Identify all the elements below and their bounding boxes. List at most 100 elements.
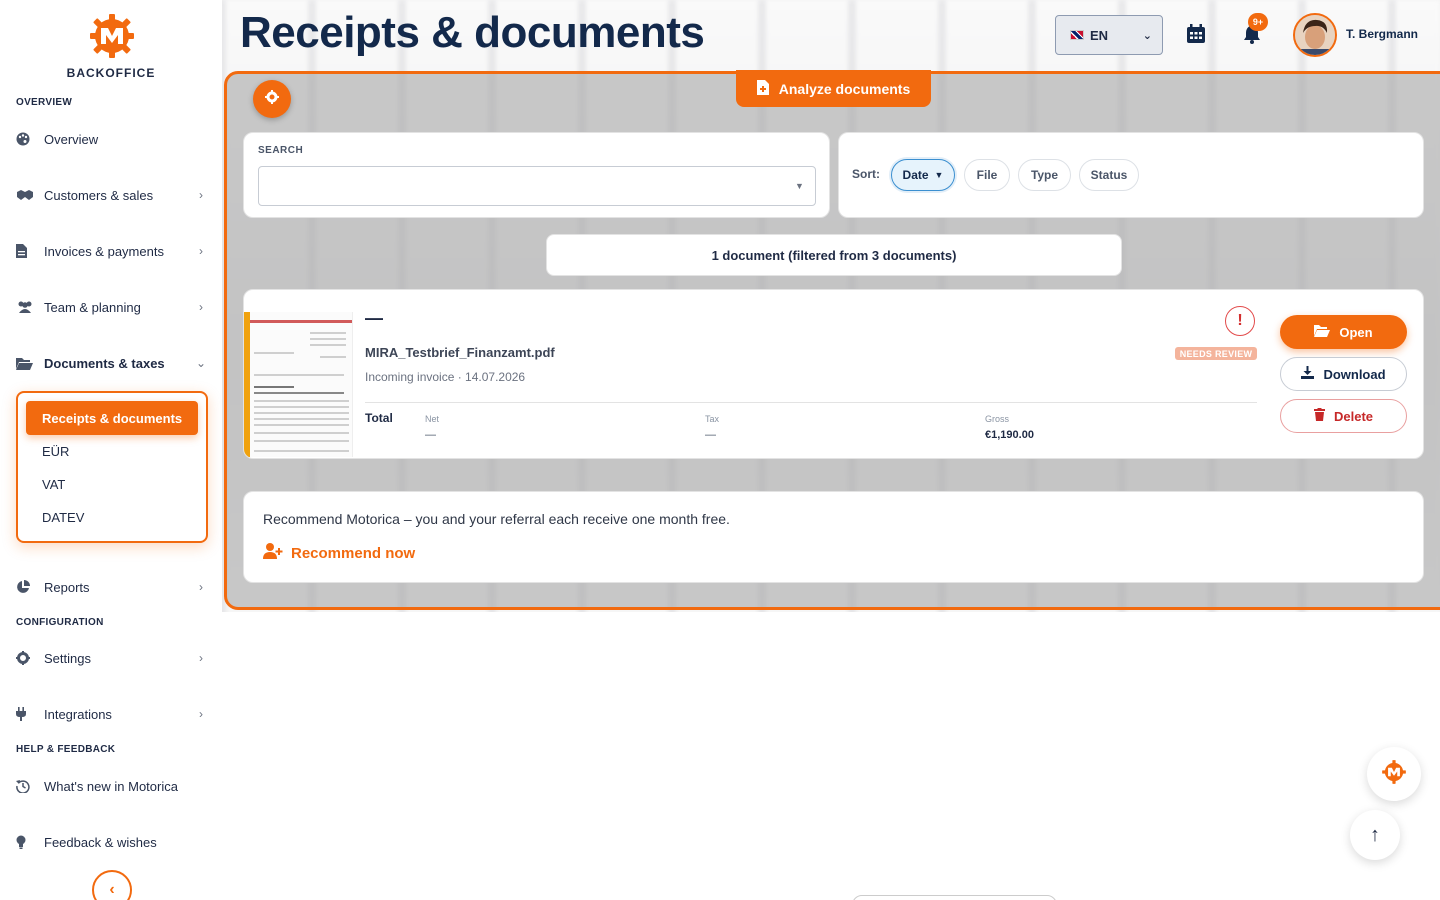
lightbulb-icon xyxy=(16,835,38,849)
sort-chip-label: Date xyxy=(902,168,929,182)
sidebar: BACKOFFICE OVERVIEW Overview Customers &… xyxy=(0,0,222,900)
language-value: EN xyxy=(1090,27,1109,43)
sidebar-item-feedback-wishes[interactable]: Feedback & wishes xyxy=(16,826,208,858)
warning-icon: ! xyxy=(1225,306,1255,336)
file-plus-icon xyxy=(756,79,769,98)
open-button[interactable]: Open xyxy=(1280,315,1407,349)
recommend-text: Recommend Motorica – you and your referr… xyxy=(263,511,730,527)
submenu-item-eur[interactable]: EÜR xyxy=(42,444,69,459)
delete-label: Delete xyxy=(1333,408,1374,424)
recommend-now-link[interactable]: Recommend now xyxy=(263,543,415,563)
palette-icon xyxy=(16,132,38,146)
sidebar-item-documents-taxes[interactable]: Documents & taxes ⌄ xyxy=(16,347,208,379)
sidebar-item-label: Feedback & wishes xyxy=(44,834,157,850)
brand-name: BACKOFFICE xyxy=(66,66,156,80)
sort-chip-type[interactable]: Type xyxy=(1018,159,1071,191)
sidebar-item-reports[interactable]: Reports › xyxy=(16,571,208,603)
document-meta: Incoming invoice · 14.07.2026 xyxy=(365,370,526,384)
submenu-item-vat[interactable]: VAT xyxy=(42,477,65,492)
assistant-button[interactable] xyxy=(1367,747,1421,801)
document-card[interactable]: — MIRA_Testbrief_Finanzamt.pdf Incoming … xyxy=(243,289,1424,459)
open-label: Open xyxy=(1339,324,1373,340)
chevron-right-icon: › xyxy=(199,707,203,721)
sidebar-item-customers-sales[interactable]: Customers & sales › xyxy=(16,179,208,211)
section-overview-label: OVERVIEW xyxy=(16,97,73,108)
sidebar-item-label: Team & planning xyxy=(44,299,141,315)
chevron-right-icon: › xyxy=(199,188,203,202)
gear-icon xyxy=(16,651,38,665)
gross-value: €1,190.00 xyxy=(985,429,1034,441)
sort-direction-icon: ▼ xyxy=(934,170,944,180)
document-thumbnail[interactable] xyxy=(250,312,353,457)
sidebar-item-label: Settings xyxy=(44,650,91,666)
scroll-to-top-button[interactable]: ↑ xyxy=(1350,810,1400,860)
divider xyxy=(365,402,1257,403)
language-select[interactable]: EN ⌄ xyxy=(1055,15,1163,55)
analyze-documents-label: Analyze documents xyxy=(778,80,911,97)
sidebar-item-invoices-payments[interactable]: Invoices & payments › xyxy=(16,235,208,267)
document-title: — xyxy=(365,308,383,328)
tax-value: — xyxy=(705,429,716,441)
chevron-down-icon: ⌄ xyxy=(1142,29,1152,42)
folder-open-icon xyxy=(16,357,38,370)
total-label: Total xyxy=(365,411,393,425)
results-summary: 1 document (filtered from 3 documents) xyxy=(546,234,1122,276)
sort-card: Sort: Date ▼ File Type Status xyxy=(838,132,1424,218)
search-input[interactable] xyxy=(258,166,816,206)
uk-flag-icon xyxy=(1070,30,1084,40)
search-label: SEARCH xyxy=(258,145,304,156)
analyze-documents-button[interactable]: Analyze documents xyxy=(736,70,931,107)
motorica-logo-icon[interactable] xyxy=(86,12,138,60)
submenu-item-datev[interactable]: DATEV xyxy=(42,510,84,525)
user-name[interactable]: T. Bergmann xyxy=(1346,27,1418,41)
document-file-name[interactable]: MIRA_Testbrief_Finanzamt.pdf xyxy=(365,345,555,360)
recommend-card: Recommend Motorica – you and your referr… xyxy=(243,491,1424,583)
section-help-feedback-label: HELP & FEEDBACK xyxy=(16,744,116,755)
sidebar-item-label: Reports xyxy=(44,579,90,595)
sidebar-item-team-planning[interactable]: Team & planning › xyxy=(16,291,208,323)
sidebar-item-label: Customers & sales xyxy=(44,187,154,203)
download-icon xyxy=(1301,366,1315,382)
sidebar-item-label: Invoices & payments xyxy=(44,243,164,259)
arrow-up-icon: ↑ xyxy=(1370,823,1380,846)
calendar-icon[interactable] xyxy=(1184,22,1208,46)
section-configuration-label: CONFIGURATION xyxy=(16,617,104,628)
caret-down-icon[interactable]: ▼ xyxy=(795,181,804,191)
user-plus-icon xyxy=(263,543,283,563)
sidebar-item-label: Overview xyxy=(44,131,99,147)
status-badge: NEEDS REVIEW xyxy=(1175,347,1257,360)
page-settings-button[interactable] xyxy=(253,80,291,118)
net-label: Net xyxy=(425,414,440,424)
invoice-icon xyxy=(16,244,38,258)
avatar[interactable] xyxy=(1293,13,1337,57)
download-button[interactable]: Download xyxy=(1280,357,1407,391)
sidebar-item-overview[interactable]: Overview xyxy=(16,123,208,155)
users-icon xyxy=(16,301,38,313)
sidebar-item-integrations[interactable]: Integrations › xyxy=(16,698,208,730)
sidebar-item-label: What's new in Motorica xyxy=(44,778,178,794)
gear-icon xyxy=(265,89,279,109)
collapse-sidebar-button[interactable]: ‹ xyxy=(92,870,132,900)
chevron-right-icon: › xyxy=(199,580,203,594)
submenu-item-receipts-documents[interactable]: Receipts & documents xyxy=(26,401,198,435)
sidebar-item-label: Integrations xyxy=(44,706,112,722)
sort-chip-date[interactable]: Date ▼ xyxy=(891,159,955,191)
net-value: — xyxy=(425,429,436,441)
page-title: Receipts & documents xyxy=(240,8,705,57)
sidebar-item-settings[interactable]: Settings › xyxy=(16,642,208,674)
pie-chart-icon xyxy=(16,580,38,594)
download-label: Download xyxy=(1323,366,1386,382)
tax-label: Tax xyxy=(705,414,720,424)
sidebar-item-whats-new[interactable]: What's new in Motorica xyxy=(16,770,208,802)
chevron-down-icon: ⌄ xyxy=(195,356,207,370)
background-lower xyxy=(222,612,1440,900)
delete-button[interactable]: Delete xyxy=(1280,399,1407,433)
bottom-pill xyxy=(852,895,1057,900)
search-card: SEARCH ▼ xyxy=(243,132,830,218)
motorica-logo-icon xyxy=(1380,758,1408,791)
handshake-icon xyxy=(16,189,38,201)
history-icon xyxy=(16,779,38,793)
sort-chip-file[interactable]: File xyxy=(964,159,1010,191)
sort-chip-status[interactable]: Status xyxy=(1079,159,1139,191)
chevron-right-icon: › xyxy=(199,651,203,665)
